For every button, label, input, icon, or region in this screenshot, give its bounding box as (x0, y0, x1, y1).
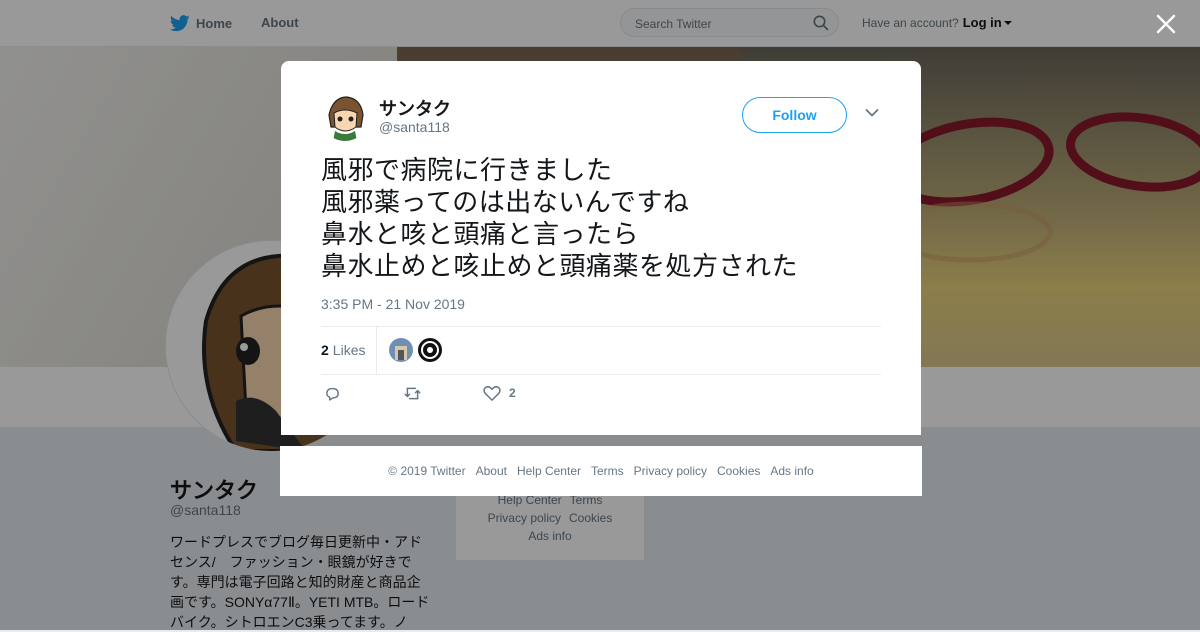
tweet-text: 風邪で病院に行きました 風邪薬ってのは出ないんですね 鼻水と咳と頭痛と言ったら … (321, 155, 799, 281)
stats-divider (376, 327, 377, 374)
tweet-actions: 2 (321, 385, 621, 405)
footer-link-about[interactable]: About (476, 464, 507, 478)
tweet-author-handle[interactable]: @santa118 (379, 119, 450, 135)
liker-avatar[interactable] (389, 338, 413, 362)
liker-avatar[interactable] (418, 338, 442, 362)
likes-label: Likes (332, 342, 366, 358)
likes-stat[interactable]: 2 Likes (321, 342, 365, 358)
like-button[interactable]: 2 (483, 385, 516, 401)
tweet-author-name[interactable]: サンタク (379, 95, 451, 121)
footer-link-terms[interactable]: Terms (591, 464, 624, 478)
footer-copyright: © 2019 Twitter (388, 464, 466, 478)
footer-link-help-center[interactable]: Help Center (517, 464, 581, 478)
liker-avatar-image (389, 338, 413, 362)
modal-footer: © 2019 Twitter About Help Center Terms P… (280, 446, 922, 496)
retweet-icon (404, 387, 421, 400)
liker-avatar-image (418, 338, 442, 362)
retweet-button[interactable] (403, 385, 422, 402)
author-avatar-illustration (328, 96, 364, 141)
likes-count: 2 (321, 342, 329, 358)
reply-button[interactable] (324, 385, 341, 402)
tweet-modal: サンタク @santa118 Follow 風邪で病院に行きました 風邪薬っての… (281, 61, 921, 435)
footer-link-cookies[interactable]: Cookies (717, 464, 760, 478)
tweet-author-avatar[interactable] (321, 93, 369, 141)
like-action-count: 2 (509, 386, 516, 400)
footer-link-privacy[interactable]: Privacy policy (634, 464, 707, 478)
chevron-down-icon[interactable] (865, 108, 879, 118)
follow-button[interactable]: Follow (742, 97, 847, 133)
footer-link-ads-info[interactable]: Ads info (770, 464, 813, 478)
tweet-stats: 2 Likes (321, 326, 881, 375)
heart-icon (483, 385, 501, 401)
reply-icon (326, 387, 339, 401)
tweet-timestamp[interactable]: 3:35 PM - 21 Nov 2019 (321, 296, 465, 312)
close-icon[interactable] (1155, 13, 1177, 35)
